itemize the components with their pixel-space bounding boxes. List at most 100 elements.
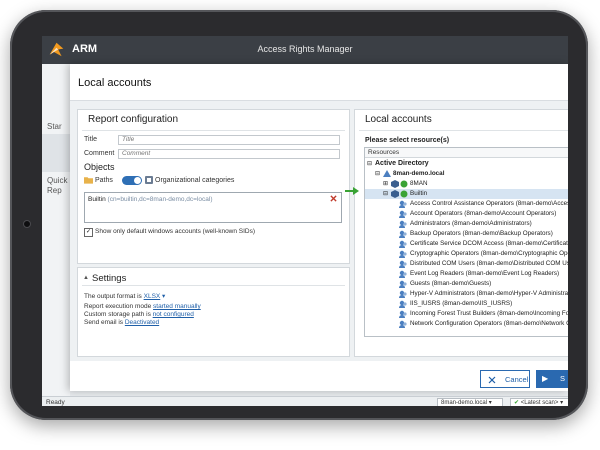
ou-hexagon-icon <box>391 190 399 198</box>
tree-node-domain[interactable]: ⊟ 8man-demo.local <box>365 169 568 179</box>
selected-objects-box[interactable]: Builtin (cn=builtin,dc=8man-demo,dc=loca… <box>84 192 342 223</box>
tree-node-group[interactable]: Network Configuration Operators (8man-de… <box>365 319 568 329</box>
org-categories-label: Organizational categories <box>155 177 235 184</box>
tree-node-label: Incoming Forest Trust Builders (8man-dem… <box>410 310 568 317</box>
status-bar: Ready 8man-demo.local ▾ ✔ <Latest scan> … <box>42 396 568 406</box>
tablet-frame: ARM Access Rights Manager Star Quick Rep… <box>10 10 588 420</box>
selection-arrow-icon <box>345 187 359 195</box>
tree-node-group[interactable]: Certificate Service DCOM Access (8man-de… <box>365 239 568 249</box>
collapse-caret-icon[interactable]: ▲ <box>83 275 89 281</box>
save-button[interactable]: ▶ S <box>536 370 568 388</box>
close-icon <box>488 376 496 384</box>
domain-select[interactable]: 8man-demo.local ▾ <box>437 398 503 406</box>
storage-link[interactable]: not configured <box>153 311 194 318</box>
tree-node-8man[interactable]: ⊞ 8MAN <box>365 179 568 189</box>
objects-heading: Objects <box>84 162 115 172</box>
expand-icon[interactable]: ⊟ <box>383 189 388 199</box>
tree-node-label: Guests (8man-demo\Guests) <box>410 280 492 287</box>
divider <box>359 130 568 131</box>
tree-node-group[interactable]: Account Operators (8man-demo\Account Ope… <box>365 209 568 219</box>
format-link[interactable]: XLSX <box>144 293 161 300</box>
dialog-body: Report configuration Title Comment Objec… <box>70 101 568 361</box>
format-dropdown-icon[interactable]: ▾ <box>160 293 165 300</box>
expand-icon[interactable]: ⊟ <box>367 159 372 169</box>
cancel-button[interactable]: Cancel <box>480 370 530 388</box>
tree-node-label: IIS_IUSRS (8man-demo\IIS_IUSRS) <box>410 300 513 307</box>
scan-select[interactable]: ✔ <Latest scan> ▾ <box>510 398 568 406</box>
show-default-label: Show only default windows accounts (well… <box>95 228 256 235</box>
background-label-start: Star <box>47 122 62 131</box>
tree-node-label: Cryptographic Operators (8man-demo\Crypt… <box>410 250 568 257</box>
divider <box>82 130 345 131</box>
email-link[interactable]: Deactivated <box>125 319 159 326</box>
resources-heading: Local accounts <box>365 114 432 125</box>
category-icon <box>145 176 153 184</box>
tree-node-group[interactable]: Incoming Forest Trust Builders (8man-dem… <box>365 309 568 319</box>
tree-node-label: 8MAN <box>410 180 428 187</box>
tree-node-label: Distributed COM Users (8man-demo\Distrib… <box>410 260 568 267</box>
email-label: Send email is <box>84 319 124 326</box>
expand-icon[interactable]: ⊞ <box>383 179 388 189</box>
tree-node-label: Certificate Service DCOM Access (8man-de… <box>410 240 568 247</box>
email-line: Send email is Deactivated <box>84 319 159 326</box>
selected-object: Builtin (cn=builtin,dc=8man-demo,dc=loca… <box>88 196 213 203</box>
ou-hexagon-icon <box>391 180 399 188</box>
divider <box>82 285 345 286</box>
report-configuration-panel: Report configuration Title Comment Objec… <box>77 109 350 264</box>
storage-line: Custom storage path is not configured <box>84 311 194 318</box>
settings-heading: Settings <box>92 273 127 284</box>
title-input[interactable] <box>118 135 340 145</box>
background-label-quick: Quick <box>47 176 68 185</box>
toggle-knob <box>134 177 141 184</box>
app-window: ARM Access Rights Manager Star Quick Rep… <box>42 36 568 406</box>
tree-node-label: Event Log Readers (8man-demo\Event Log R… <box>410 270 560 277</box>
group-icon <box>399 230 407 238</box>
tree-node-group[interactable]: Access Control Assistance Operators (8ma… <box>365 199 568 209</box>
tree-node-group[interactable]: Guests (8man-demo\Guests) <box>365 279 568 289</box>
tree-node-builtin[interactable]: ⊟ Builtin <box>365 189 568 199</box>
background-panel: Star Quick Rep <box>42 64 70 406</box>
output-format-line: The output format is XLSX ▾ <box>84 292 165 300</box>
format-label: The output format is <box>84 293 142 300</box>
exec-mode-line: Report execution mode started manually <box>84 303 201 310</box>
tree-node-label: Active Directory <box>375 160 429 167</box>
status-ready: Ready <box>46 399 65 406</box>
tree-node-label: Access Control Assistance Operators (8ma… <box>410 200 568 207</box>
tree-node-group[interactable]: Event Log Readers (8man-demo\Event Log R… <box>365 269 568 279</box>
tree-node-active-directory[interactable]: ⊟ Active Directory <box>365 159 568 169</box>
paths-categories-toggle[interactable] <box>122 176 142 185</box>
object-path: (cn=builtin,dc=8man-demo,dc=local) <box>107 196 213 203</box>
resource-tree[interactable]: Resources ⊟ Active Directory ⊟ 8man-demo… <box>364 147 568 337</box>
tree-node-label: Network Configuration Operators (8man-de… <box>410 320 568 327</box>
tree-node-group[interactable]: IIS_IUSRS (8man-demo\IIS_IUSRS) <box>365 299 568 309</box>
dialog-header: Local accounts <box>70 64 568 101</box>
folder-icon <box>84 177 93 184</box>
group-icon <box>399 210 407 218</box>
tablet-camera <box>23 220 31 228</box>
tree-node-label: Backup Operators (8man-demo\Backup Opera… <box>410 230 553 237</box>
group-icon <box>399 310 407 318</box>
expand-icon[interactable]: ⊟ <box>375 169 380 179</box>
dialog-title: Local accounts <box>78 77 152 89</box>
remove-object-icon[interactable] <box>330 195 337 202</box>
tree-node-group[interactable]: Administrators (8man-demo\Administrators… <box>365 219 568 229</box>
comment-label: Comment <box>84 150 115 157</box>
title-label: Title <box>84 136 97 143</box>
tree-node-group[interactable]: Hyper-V Administrators (8man-demo\Hyper-… <box>365 289 568 299</box>
tree-node-group[interactable]: Backup Operators (8man-demo\Backup Opera… <box>365 229 568 239</box>
play-icon: ▶ <box>542 374 549 383</box>
exec-link[interactable]: started manually <box>153 303 201 310</box>
domain-icon <box>383 170 391 177</box>
tree-node-group[interactable]: Cryptographic Operators (8man-demo\Crypt… <box>365 249 568 259</box>
background-label-rep: Rep <box>47 186 62 195</box>
status-green-icon <box>400 180 408 188</box>
tree-node-group[interactable]: Distributed COM Users (8man-demo\Distrib… <box>365 259 568 269</box>
show-default-checkbox[interactable]: ✓ <box>84 228 93 237</box>
settings-panel: ▲ Settings The output format is XLSX ▾ R… <box>77 267 350 357</box>
group-icon <box>399 270 407 278</box>
comment-input[interactable] <box>118 149 340 159</box>
tree-node-label: 8man-demo.local <box>393 170 445 177</box>
select-resources-label: Please select resource(s) <box>365 137 450 144</box>
group-icon <box>399 290 407 298</box>
group-icon <box>399 200 407 208</box>
